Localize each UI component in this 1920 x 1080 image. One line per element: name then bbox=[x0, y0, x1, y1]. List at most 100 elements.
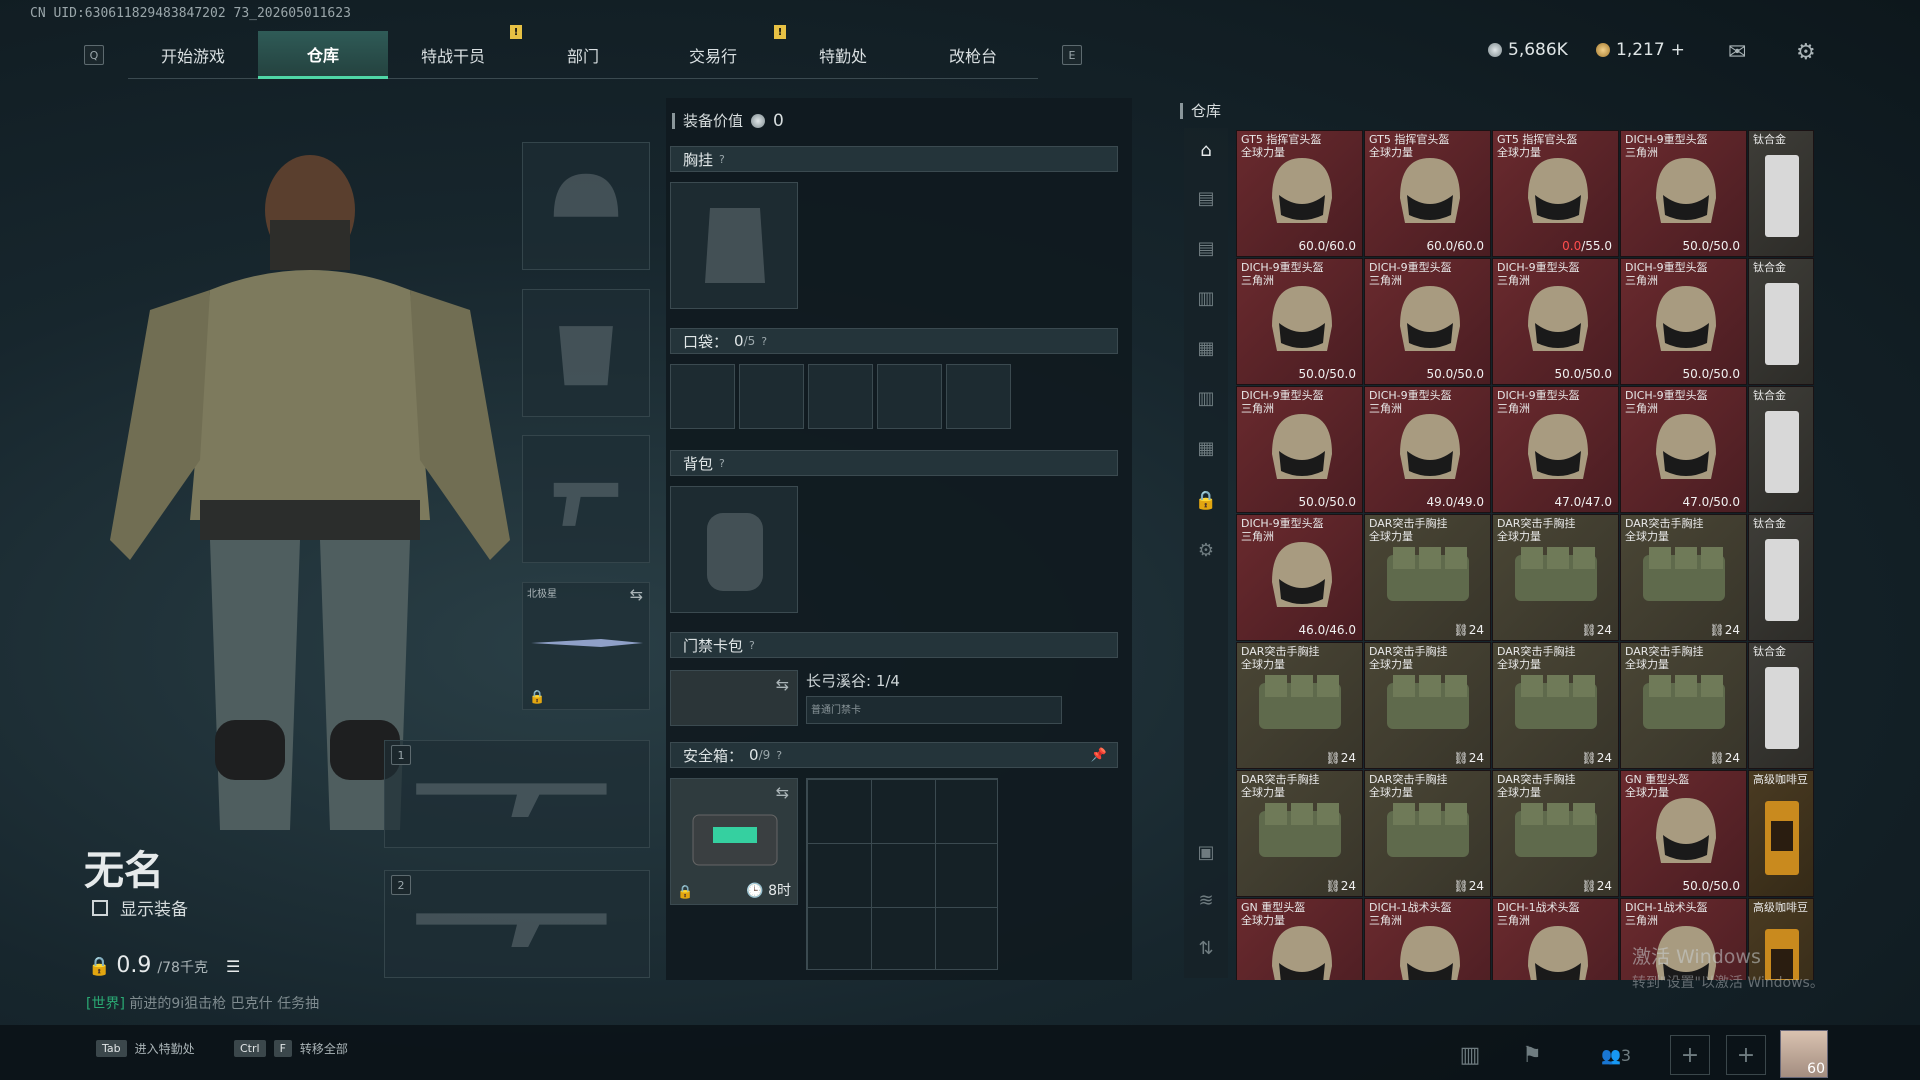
coffee-item[interactable]: 高级咖啡豆 bbox=[1748, 770, 1814, 897]
lock-icon: 🔒 bbox=[88, 956, 111, 977]
helmet-item[interactable]: GN 重型头盔 全球力量 bbox=[1236, 898, 1363, 980]
secondary-weapon-slot[interactable]: 2 bbox=[384, 870, 650, 978]
helmet-item[interactable]: GT5 指挥官头盔 全球力量 60.0/60.0 bbox=[1236, 130, 1363, 257]
pin-icon[interactable]: 📌 bbox=[1091, 748, 1107, 763]
armor-plate-item[interactable]: 钛合金 bbox=[1748, 514, 1814, 641]
chest-rig-icon bbox=[1639, 665, 1729, 739]
helmet-item[interactable]: DICH-1战术头盔 三角洲 bbox=[1364, 898, 1491, 980]
tab-gunsmith[interactable]: 改枪台 bbox=[908, 31, 1038, 79]
helmet-item[interactable]: DICH-9重型头盔 三角洲 49.0/49.0 bbox=[1364, 386, 1491, 513]
pistol-slot[interactable] bbox=[522, 435, 650, 563]
lock-icon[interactable]: 🔒 bbox=[1194, 490, 1218, 514]
chest-rig-item[interactable]: DAR突击手胸挂 全球力量 ⛓24 bbox=[1492, 514, 1619, 641]
helmet-item[interactable]: DICH-1战术头盔 三角洲 bbox=[1492, 898, 1619, 980]
player-avatar[interactable]: 60 bbox=[1780, 1030, 1828, 1078]
chest-rig-item[interactable]: DAR突击手胸挂 全球力量 ⛓24 bbox=[1364, 770, 1491, 897]
chest-rig-item[interactable]: DAR突击手胸挂 全球力量 ⛓24 bbox=[1364, 514, 1491, 641]
tab-special-ops[interactable]: 特勤处! bbox=[774, 25, 908, 79]
layers-icon[interactable]: ≋ bbox=[1194, 890, 1218, 914]
filter-icon[interactable]: ▦ bbox=[1194, 438, 1218, 462]
armor-plate-item[interactable]: 钛合金 bbox=[1748, 130, 1814, 257]
pocket-slot[interactable] bbox=[946, 364, 1011, 429]
helmet-item[interactable]: DICH-9重型头盔 三角洲 46.0/46.0 bbox=[1236, 514, 1363, 641]
safebox-item-slot[interactable]: ⇆ 🔒 🕒 8时 bbox=[670, 778, 798, 905]
tab-department[interactable]: 部门 bbox=[518, 31, 648, 79]
chest-rig-item[interactable]: DAR突击手胸挂 全球力量 ⛓24 bbox=[1620, 514, 1747, 641]
tab-warehouse[interactable]: 仓库 bbox=[258, 31, 388, 79]
swap-icon[interactable]: ⇆ bbox=[776, 783, 789, 802]
chest-rig-item[interactable]: DAR突击手胸挂 全球力量 ⛓24 bbox=[1492, 642, 1619, 769]
show-equipment-checkbox[interactable] bbox=[92, 899, 108, 916]
knife-icon bbox=[531, 639, 643, 647]
show-equipment-toggle[interactable]: 显示装备 bbox=[92, 895, 188, 920]
bond-balance[interactable]: 1,217 + bbox=[1596, 40, 1685, 60]
helmet-item[interactable]: GT5 指挥官头盔 全球力量 0.0/55.0 bbox=[1492, 130, 1619, 257]
chest-rig-item[interactable]: DAR突击手胸挂 全球力量 ⛓24 bbox=[1236, 642, 1363, 769]
stats-icon[interactable]: ▥ bbox=[1450, 1035, 1490, 1075]
pocket-slot[interactable] bbox=[877, 364, 942, 429]
all-items-icon[interactable]: ⌂ bbox=[1194, 140, 1218, 164]
flag-icon[interactable]: ⚑ bbox=[1512, 1035, 1552, 1075]
tab-start-game[interactable]: 开始游戏 bbox=[128, 31, 258, 79]
add-currency-button[interactable]: + bbox=[1671, 40, 1685, 60]
tab-operators[interactable]: 特战干员! bbox=[388, 25, 522, 79]
pocket-slot[interactable] bbox=[808, 364, 873, 429]
armor-plate-item[interactable]: 钛合金 bbox=[1748, 258, 1814, 385]
filter-icon[interactable]: ▤ bbox=[1194, 188, 1218, 212]
helmet-item[interactable]: GN 重型头盔 全球力量 50.0/50.0 bbox=[1620, 770, 1747, 897]
armor-slot[interactable] bbox=[522, 289, 650, 417]
helmet-item[interactable]: DICH-9重型头盔 三角洲 50.0/50.0 bbox=[1492, 258, 1619, 385]
world-chat-line[interactable]: [世界] 前进的9i狙击枪 巴克什 任务抽 bbox=[86, 993, 319, 1013]
helmet-item[interactable]: DICH-9重型头盔 三角洲 50.0/50.0 bbox=[1620, 258, 1747, 385]
chest-rig-item[interactable]: DAR突击手胸挂 全球力量 ⛓24 bbox=[1236, 770, 1363, 897]
profile-icon[interactable]: ▣ bbox=[1194, 842, 1218, 866]
help-icon[interactable]: ? bbox=[719, 153, 725, 166]
tab-trade[interactable]: 交易行 bbox=[648, 31, 778, 79]
transfer-all-hint[interactable]: Ctrl F 转移全部 bbox=[234, 1040, 348, 1057]
helmet-item[interactable]: DICH-9重型头盔 三角洲 47.0/50.0 bbox=[1620, 386, 1747, 513]
helmet-item[interactable]: GT5 指挥官头盔 全球力量 60.0/60.0 bbox=[1364, 130, 1491, 257]
swap-icon[interactable]: ⇆ bbox=[776, 675, 789, 694]
filter-icon[interactable]: ▥ bbox=[1194, 388, 1218, 412]
help-icon[interactable]: ? bbox=[761, 335, 767, 348]
mail-icon[interactable]: ✉ bbox=[1728, 40, 1746, 65]
settings-gear-icon[interactable]: ⚙ bbox=[1796, 40, 1816, 65]
add-squad-member-button[interactable]: + bbox=[1726, 1035, 1766, 1075]
tab-label: 改枪台 bbox=[948, 47, 997, 66]
warehouse-grid[interactable]: GT5 指挥官头盔 全球力量 60.0/60.0 GT5 指挥官头盔 全球力量 60.… bbox=[1236, 130, 1816, 980]
helmet-item[interactable]: DICH-9重型头盔 三角洲 50.0/50.0 bbox=[1364, 258, 1491, 385]
backpack-slot[interactable] bbox=[670, 486, 798, 613]
keycard-case-slot[interactable]: ⇆ bbox=[670, 670, 798, 726]
helmet-item[interactable]: DICH-9重型头盔 三角洲 50.0/50.0 bbox=[1236, 258, 1363, 385]
help-icon[interactable]: ? bbox=[776, 749, 782, 762]
safebox-grid[interactable] bbox=[806, 778, 998, 970]
squad-button[interactable]: 👥 3 bbox=[1586, 1035, 1646, 1075]
pocket-slot[interactable] bbox=[670, 364, 735, 429]
filter-icon[interactable]: ▥ bbox=[1194, 288, 1218, 312]
help-icon[interactable]: ? bbox=[749, 639, 755, 652]
help-icon[interactable]: ? bbox=[719, 457, 725, 470]
coin-balance: 5,686K bbox=[1488, 40, 1568, 60]
helmet-item[interactable]: DICH-9重型头盔 三角洲 50.0/50.0 bbox=[1620, 130, 1747, 257]
armor-plate-item[interactable]: 钛合金 bbox=[1748, 642, 1814, 769]
filter-icon[interactable]: ▦ bbox=[1194, 338, 1218, 362]
helmet-item[interactable]: DICH-9重型头盔 三角洲 47.0/47.0 bbox=[1492, 386, 1619, 513]
filter-icon[interactable]: ▤ bbox=[1194, 238, 1218, 262]
chest-rig-item[interactable]: DAR突击手胸挂 全球力量 ⛓24 bbox=[1492, 770, 1619, 897]
chest-rig-item[interactable]: DAR突击手胸挂 全球力量 ⛓24 bbox=[1364, 642, 1491, 769]
armor-plate-item[interactable]: 钛合金 bbox=[1748, 386, 1814, 513]
primary-weapon-slot[interactable]: 1 bbox=[384, 740, 650, 848]
keycard-slot-row[interactable]: 普通门禁卡 bbox=[806, 696, 1062, 724]
helmet-slot[interactable] bbox=[522, 142, 650, 270]
enter-special-ops-hint[interactable]: Tab 进入特勤处 bbox=[96, 1040, 195, 1057]
add-squad-member-button[interactable]: + bbox=[1670, 1035, 1710, 1075]
chest-rig-item[interactable]: DAR突击手胸挂 全球力量 ⛓24 bbox=[1620, 642, 1747, 769]
pocket-slot[interactable] bbox=[739, 364, 804, 429]
chest-rig-slot[interactable] bbox=[670, 182, 798, 309]
sort-icon[interactable]: ⇅ bbox=[1194, 938, 1218, 962]
helmet-item[interactable]: DICH-9重型头盔 三角洲 50.0/50.0 bbox=[1236, 386, 1363, 513]
melee-slot[interactable]: 北极星 ⇆ 🔒 bbox=[522, 582, 650, 710]
swap-icon[interactable]: ⇆ bbox=[630, 585, 643, 604]
settings-gear-icon[interactable]: ⚙ bbox=[1194, 540, 1218, 564]
list-icon[interactable]: ☰ bbox=[226, 957, 240, 976]
